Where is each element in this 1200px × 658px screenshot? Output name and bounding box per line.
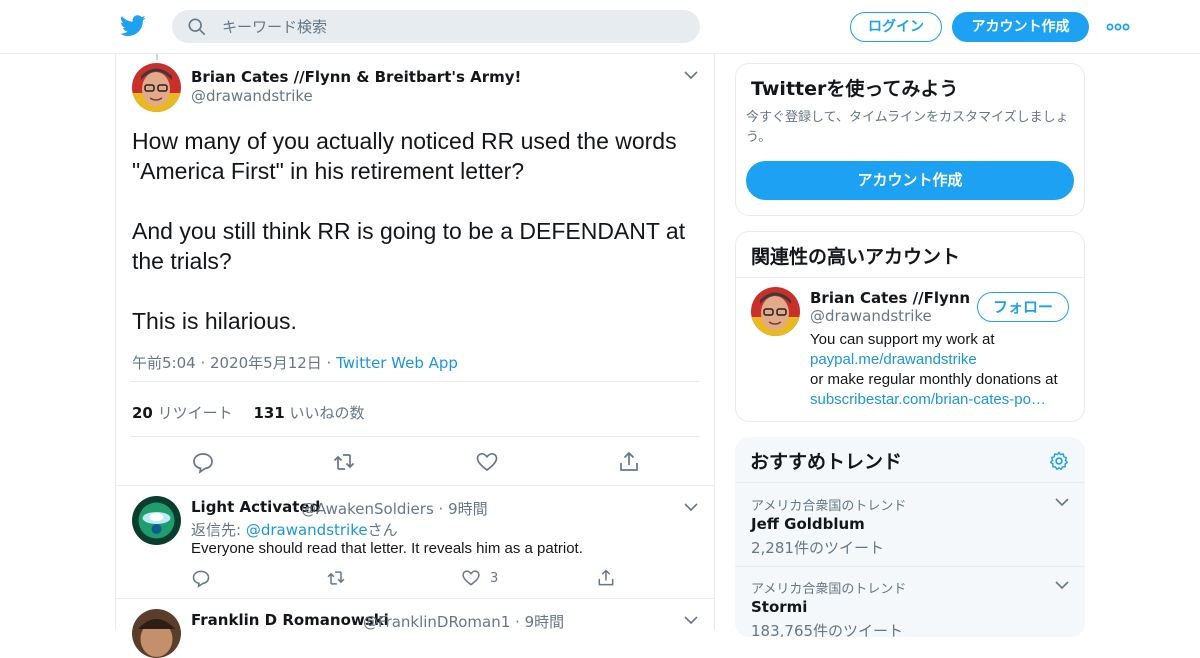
- top-navigation-bar: ログイン アカウント作成: [0, 0, 1200, 54]
- related-account-name[interactable]: Brian Cates //Flynn …: [810, 289, 970, 307]
- search-icon: [188, 18, 206, 36]
- reply-time[interactable]: · 9時間: [434, 500, 488, 518]
- search-box[interactable]: [172, 10, 700, 43]
- avatar[interactable]: [132, 63, 181, 112]
- reply-icon[interactable]: [191, 450, 215, 474]
- create-account-button[interactable]: アカウント作成: [746, 161, 1074, 200]
- trend-item[interactable]: アメリカ合衆国のトレンド Stormi 183,765件のツイート: [735, 566, 1085, 637]
- like-heart-icon[interactable]: [461, 568, 481, 588]
- trend-name[interactable]: Stormi: [751, 598, 807, 616]
- tweet-stats: 20 リツイート 131 いいねの数: [132, 402, 365, 423]
- trend-tweet-count: 2,281件のツイート: [751, 539, 884, 557]
- tweet-timestamp[interactable]: 午前5:04 · 2020年5月12日 ·: [132, 354, 336, 372]
- tweet-line: How many of you actually noticed RR used…: [132, 128, 677, 154]
- avatar-image: [132, 609, 181, 658]
- tweet-line: This is hilarious.: [132, 308, 297, 334]
- tweet-line: [132, 186, 702, 216]
- reply-time[interactable]: · 9時間: [510, 613, 564, 631]
- reply-text: Everyone should read that letter. It rev…: [191, 540, 583, 557]
- chevron-down-icon[interactable]: [684, 70, 698, 80]
- like-label: いいねの数: [284, 404, 365, 422]
- bio-text: You can support my work at: [810, 331, 995, 348]
- trend-item[interactable]: アメリカ合衆国のトレンド Jeff Goldblum 2,281件のツイート: [735, 483, 1085, 566]
- chevron-down-icon[interactable]: [684, 502, 698, 512]
- reply-author-handle[interactable]: @AwakenSoldiers · 9時間: [301, 498, 488, 519]
- reply-handle-text: @AwakenSoldiers: [301, 500, 434, 518]
- trend-tweet-count: 183,765件のツイート: [751, 622, 904, 637]
- divider: [736, 277, 1084, 278]
- signup-card-title: Twitterを使ってみよう: [751, 78, 959, 100]
- related-accounts-card: 関連性の高いアカウント Brian Cates //Flynn … @drawa…: [735, 231, 1085, 422]
- signup-card-subtitle: 今すぐ登録して、タイムラインをカスタマイズしましょう。: [746, 110, 1069, 145]
- bio-line: paypal.me/drawandstrike or make regular …: [810, 350, 1070, 390]
- trends-card: おすすめトレンド アメリカ合衆国のトレンド Jeff Goldblum 2,28…: [735, 437, 1085, 637]
- trend-context: アメリカ合衆国のトレンド: [751, 499, 907, 514]
- follow-button[interactable]: フォロー: [977, 292, 1069, 322]
- chevron-down-icon[interactable]: [1055, 497, 1069, 507]
- bio-text: or make regular monthly donations at: [810, 371, 1058, 388]
- chevron-down-icon[interactable]: [1055, 580, 1069, 590]
- avatar[interactable]: [132, 609, 181, 658]
- tweet-line: [132, 276, 702, 306]
- like-stat[interactable]: 131 いいねの数: [253, 404, 364, 422]
- avatar-image: [132, 496, 181, 545]
- reply-to-context: 返信先: @drawandstrikeさん: [191, 519, 398, 540]
- signup-card: Twitterを使ってみよう 今すぐ登録して、タイムラインをカスタマイズしましょ…: [735, 63, 1085, 216]
- avatar[interactable]: [132, 496, 181, 545]
- trend-context: アメリカ合衆国のトレンド: [751, 582, 907, 597]
- reply-author-handle[interactable]: @FranklinDRoman1 · 9時間: [363, 611, 564, 632]
- bio-subscribestar-link[interactable]: subscribestar.com/brian-cates-po…: [810, 390, 1070, 410]
- reply-to-link[interactable]: @drawandstrike: [246, 521, 368, 539]
- like-heart-icon[interactable]: [475, 450, 499, 474]
- tweet-line: the trials?: [132, 248, 232, 274]
- retweet-icon[interactable]: [332, 450, 356, 474]
- bio-paypal-link[interactable]: paypal.me/drawandstrike: [810, 350, 1070, 370]
- retweet-label: リツイート: [152, 404, 233, 422]
- author-name[interactable]: Brian Cates //Flynn & Breitbart's Army!: [191, 68, 521, 86]
- author-handle[interactable]: @drawandstrike: [191, 87, 313, 105]
- avatar-image: [751, 287, 800, 336]
- reply-like-count: 3: [490, 571, 499, 586]
- tweet-line: And you still think RR is going to be a …: [132, 218, 686, 244]
- chevron-down-icon[interactable]: [684, 615, 698, 625]
- tweet-line: "America First" in his retirement letter…: [132, 158, 525, 184]
- tweet-metadata: 午前5:04 · 2020年5月12日 · Twitter Web App: [132, 352, 458, 373]
- thread-connector: [156, 54, 158, 60]
- retweet-icon[interactable]: [326, 568, 346, 588]
- signup-button[interactable]: アカウント作成: [952, 12, 1089, 42]
- retweet-count: 20: [132, 404, 153, 422]
- share-icon[interactable]: [596, 568, 616, 588]
- share-icon[interactable]: [617, 450, 641, 474]
- divider: [130, 381, 700, 382]
- reply-author-name[interactable]: Franklin D Romanowski: [191, 611, 389, 629]
- tweet-detail-column: Brian Cates //Flynn & Breitbart's Army! …: [115, 54, 715, 658]
- divider: [116, 485, 714, 486]
- reply-handle-text: @FranklinDRoman1: [363, 613, 511, 631]
- more-options-icon[interactable]: [1106, 18, 1130, 36]
- settings-gear-icon[interactable]: [1048, 450, 1070, 472]
- trends-title: おすすめトレンド: [750, 451, 903, 473]
- reply-to-suffix: さん: [367, 521, 398, 539]
- trend-name[interactable]: Jeff Goldblum: [751, 515, 865, 533]
- avatar-image: [132, 63, 181, 112]
- related-account-handle[interactable]: @drawandstrike: [810, 307, 932, 325]
- related-accounts-title: 関連性の高いアカウント: [751, 246, 961, 268]
- login-button[interactable]: ログイン: [850, 12, 942, 42]
- tweet-source-link[interactable]: Twitter Web App: [336, 354, 458, 372]
- divider: [116, 598, 714, 599]
- twitter-bird-icon[interactable]: [120, 14, 146, 38]
- avatar[interactable]: [751, 287, 800, 336]
- related-account-bio: You can support my work at paypal.me/dra…: [810, 330, 1070, 410]
- tweet-text: How many of you actually noticed RR used…: [132, 126, 702, 336]
- tweet-action-bar: [116, 448, 714, 484]
- reply-icon[interactable]: [191, 568, 211, 588]
- divider: [130, 436, 700, 437]
- retweet-stat[interactable]: 20 リツイート: [132, 404, 233, 422]
- reply-to-prefix: 返信先:: [191, 521, 246, 539]
- search-input[interactable]: [222, 10, 682, 43]
- like-count: 131: [253, 404, 285, 422]
